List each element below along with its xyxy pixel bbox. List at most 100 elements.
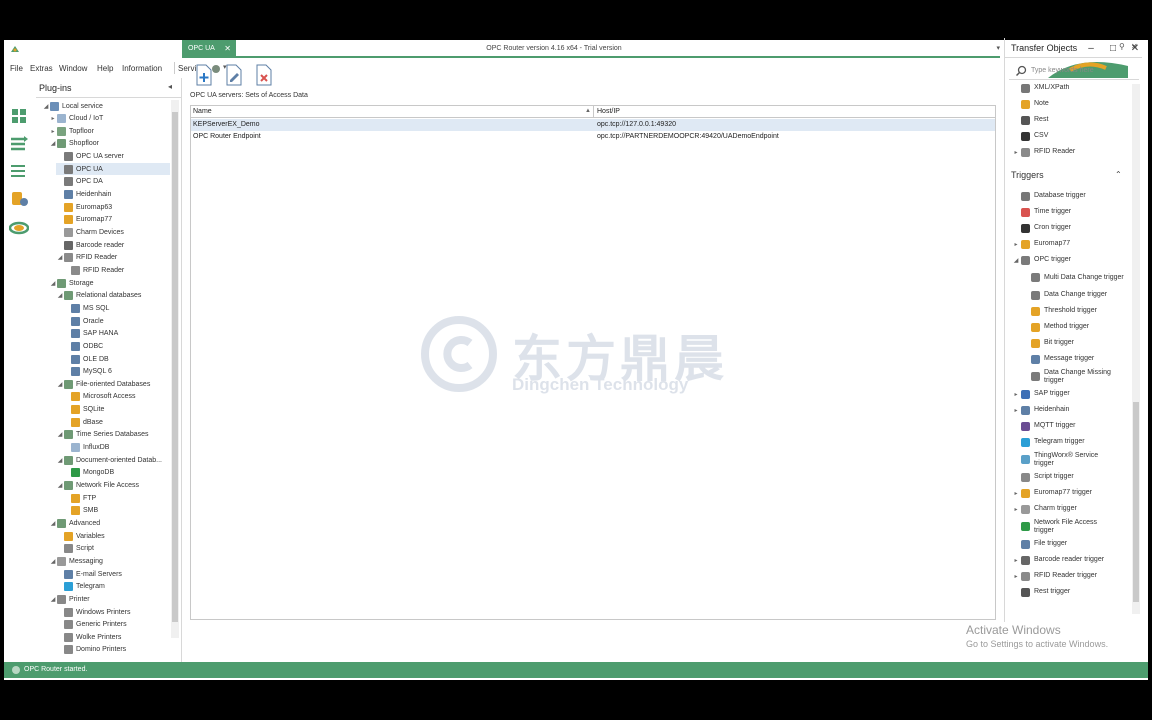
transfer-item[interactable]: Threshold trigger: [1021, 303, 1128, 319]
tree-item[interactable]: ◢ Advanced: [49, 517, 170, 529]
tree-item[interactable]: Telegram: [56, 581, 170, 593]
tree-item[interactable]: ODBC: [63, 340, 170, 352]
menu-extras[interactable]: Extras: [30, 64, 53, 73]
deploy-icon[interactable]: [9, 218, 29, 238]
transfer-item[interactable]: File trigger: [1011, 536, 1118, 552]
close-icon[interactable]: ✕: [1131, 42, 1138, 51]
menu-window[interactable]: Window: [59, 64, 87, 73]
tree-item[interactable]: OPC DA: [56, 176, 170, 188]
expand-toggle-icon[interactable]: ◢: [49, 280, 57, 287]
tree-item[interactable]: Charm Devices: [56, 227, 170, 239]
tree-item[interactable]: Euromap63: [56, 201, 170, 213]
tree-item[interactable]: Windows Printers: [56, 606, 170, 618]
transfer-item[interactable]: Note: [1011, 96, 1118, 112]
transfer-item[interactable]: CSV: [1011, 128, 1118, 144]
tree-item[interactable]: Wolke Printers: [56, 631, 170, 643]
expand-toggle-icon[interactable]: ▸: [1011, 407, 1021, 414]
column-header-host[interactable]: Host/IP: [597, 108, 620, 115]
tree-item[interactable]: E-mail Servers: [56, 568, 170, 580]
delete-entry-button[interactable]: [254, 64, 274, 86]
expand-toggle-icon[interactable]: ▸: [1011, 557, 1021, 564]
add-entry-button[interactable]: [194, 64, 214, 86]
menu-file[interactable]: File: [10, 64, 23, 73]
transfer-item[interactable]: ▸ SAP trigger: [1011, 386, 1118, 402]
tree-item[interactable]: ◢ File-oriented Databases: [56, 378, 170, 390]
expand-toggle-icon[interactable]: ▸: [1011, 573, 1021, 580]
transfer-item[interactable]: ▸ RFID Reader: [1011, 144, 1118, 160]
collapse-left-icon[interactable]: ◂: [168, 82, 172, 91]
transfer-item[interactable]: MQTT trigger: [1011, 418, 1118, 434]
search-input[interactable]: Type keywords here: [1031, 67, 1094, 74]
transfer-item[interactable]: Data Change trigger: [1021, 287, 1128, 303]
transfer-item[interactable]: ThingWorx® Service trigger: [1011, 450, 1118, 469]
table-row[interactable]: OPC Router Endpoint opc.tcp://PARTNERDEM…: [191, 131, 995, 143]
transfer-item[interactable]: Rest trigger: [1011, 584, 1118, 600]
tree-item[interactable]: SMB: [63, 505, 170, 517]
expand-toggle-icon[interactable]: ◢: [49, 558, 57, 565]
tree-item[interactable]: Domino Printers: [56, 644, 170, 656]
transfer-item[interactable]: Time trigger: [1011, 204, 1118, 220]
transfer-item[interactable]: Cron trigger: [1011, 220, 1118, 236]
tree-item[interactable]: ◢ Relational databases: [56, 290, 170, 302]
tree-item[interactable]: OPC UA server: [56, 151, 170, 163]
tree-item[interactable]: ◢ Printer: [49, 593, 170, 605]
menu-help[interactable]: Help: [97, 64, 113, 73]
transfer-item[interactable]: Data Change Missing trigger: [1021, 367, 1128, 386]
transfer-item[interactable]: Script trigger: [1011, 469, 1118, 485]
transfer-item[interactable]: XML/XPath: [1011, 84, 1118, 96]
transfer-scroll-thumb[interactable]: [1133, 402, 1139, 602]
tree-item[interactable]: Heidenhain: [56, 189, 170, 201]
transfer-item[interactable]: Telegram trigger: [1011, 434, 1118, 450]
column-header-name[interactable]: Name: [193, 108, 212, 115]
connections-icon[interactable]: [9, 134, 29, 154]
transfer-item[interactable]: ▸ Charm trigger: [1011, 501, 1118, 517]
tree-item[interactable]: Microsoft Access: [63, 391, 170, 403]
tree-item[interactable]: ◢ Messaging: [49, 555, 170, 567]
triggers-section-title[interactable]: Triggers: [1011, 170, 1044, 180]
expand-toggle-icon[interactable]: ◢: [56, 431, 64, 438]
tabs-menu-icon[interactable]: ▾: [996, 44, 1000, 52]
expand-toggle-icon[interactable]: ◢: [56, 457, 64, 464]
expand-toggle-icon[interactable]: ▸: [1011, 490, 1021, 497]
transfer-item[interactable]: Bit trigger: [1021, 335, 1128, 351]
expand-toggle-icon[interactable]: ◢: [49, 520, 57, 527]
transfer-item[interactable]: Network File Access trigger: [1011, 517, 1118, 536]
transfer-item[interactable]: ▸ RFID Reader trigger: [1011, 568, 1118, 584]
expand-toggle-icon[interactable]: ◢: [1011, 257, 1021, 264]
sort-asc-icon[interactable]: ▲: [585, 108, 591, 114]
expand-toggle-icon[interactable]: ◢: [56, 482, 64, 489]
tree-item[interactable]: Euromap77: [56, 214, 170, 226]
plugins-icon[interactable]: [9, 106, 29, 126]
transfer-item[interactable]: ▸ Euromap77 trigger: [1011, 485, 1118, 501]
transfer-item[interactable]: Rest: [1011, 112, 1118, 128]
tree-item[interactable]: ◢ Network File Access: [56, 480, 170, 492]
settings-db-icon[interactable]: [9, 188, 29, 208]
tree-item[interactable]: Oracle: [63, 315, 170, 327]
tree-item[interactable]: InfluxDB: [63, 442, 170, 454]
collapse-triggers-icon[interactable]: ⌃: [1115, 170, 1122, 179]
transfer-item[interactable]: ▸ Barcode reader trigger: [1011, 552, 1118, 568]
expand-toggle-icon[interactable]: ▸: [1011, 149, 1021, 156]
plugins-scroll-thumb[interactable]: [172, 112, 178, 622]
pin-icon[interactable]: ⚲: [1119, 42, 1125, 51]
transfer-item[interactable]: Database trigger: [1011, 188, 1118, 204]
expand-toggle-icon[interactable]: ◢: [56, 254, 64, 261]
column-divider[interactable]: [593, 106, 594, 118]
tab-opc-ua[interactable]: OPC UA ✕: [182, 40, 236, 58]
tree-item[interactable]: OPC UA: [56, 163, 170, 176]
tree-item[interactable]: ◢ Time Series Databases: [56, 429, 170, 441]
tree-item[interactable]: Barcode reader: [56, 239, 170, 251]
menu-information[interactable]: Information: [122, 64, 162, 73]
transfer-item[interactable]: Multi Data Change trigger: [1021, 268, 1128, 287]
tree-item[interactable]: Script: [56, 543, 170, 555]
expand-toggle-icon[interactable]: ▸: [49, 128, 57, 135]
expand-toggle-icon[interactable]: ◢: [42, 103, 50, 110]
expand-toggle-icon[interactable]: ◢: [56, 381, 64, 388]
table-row[interactable]: KEPServerEX_Demo opc.tcp://127.0.0.1:493…: [191, 119, 995, 131]
tree-item[interactable]: RFID Reader: [63, 264, 170, 276]
transfer-item[interactable]: Method trigger: [1021, 319, 1128, 335]
expand-toggle-icon[interactable]: ▸: [1011, 506, 1021, 513]
transfer-item[interactable]: Message trigger: [1021, 351, 1128, 367]
transfer-item[interactable]: ▸ Euromap77: [1011, 236, 1118, 252]
transfer-item[interactable]: ▸ Heidenhain: [1011, 402, 1118, 418]
